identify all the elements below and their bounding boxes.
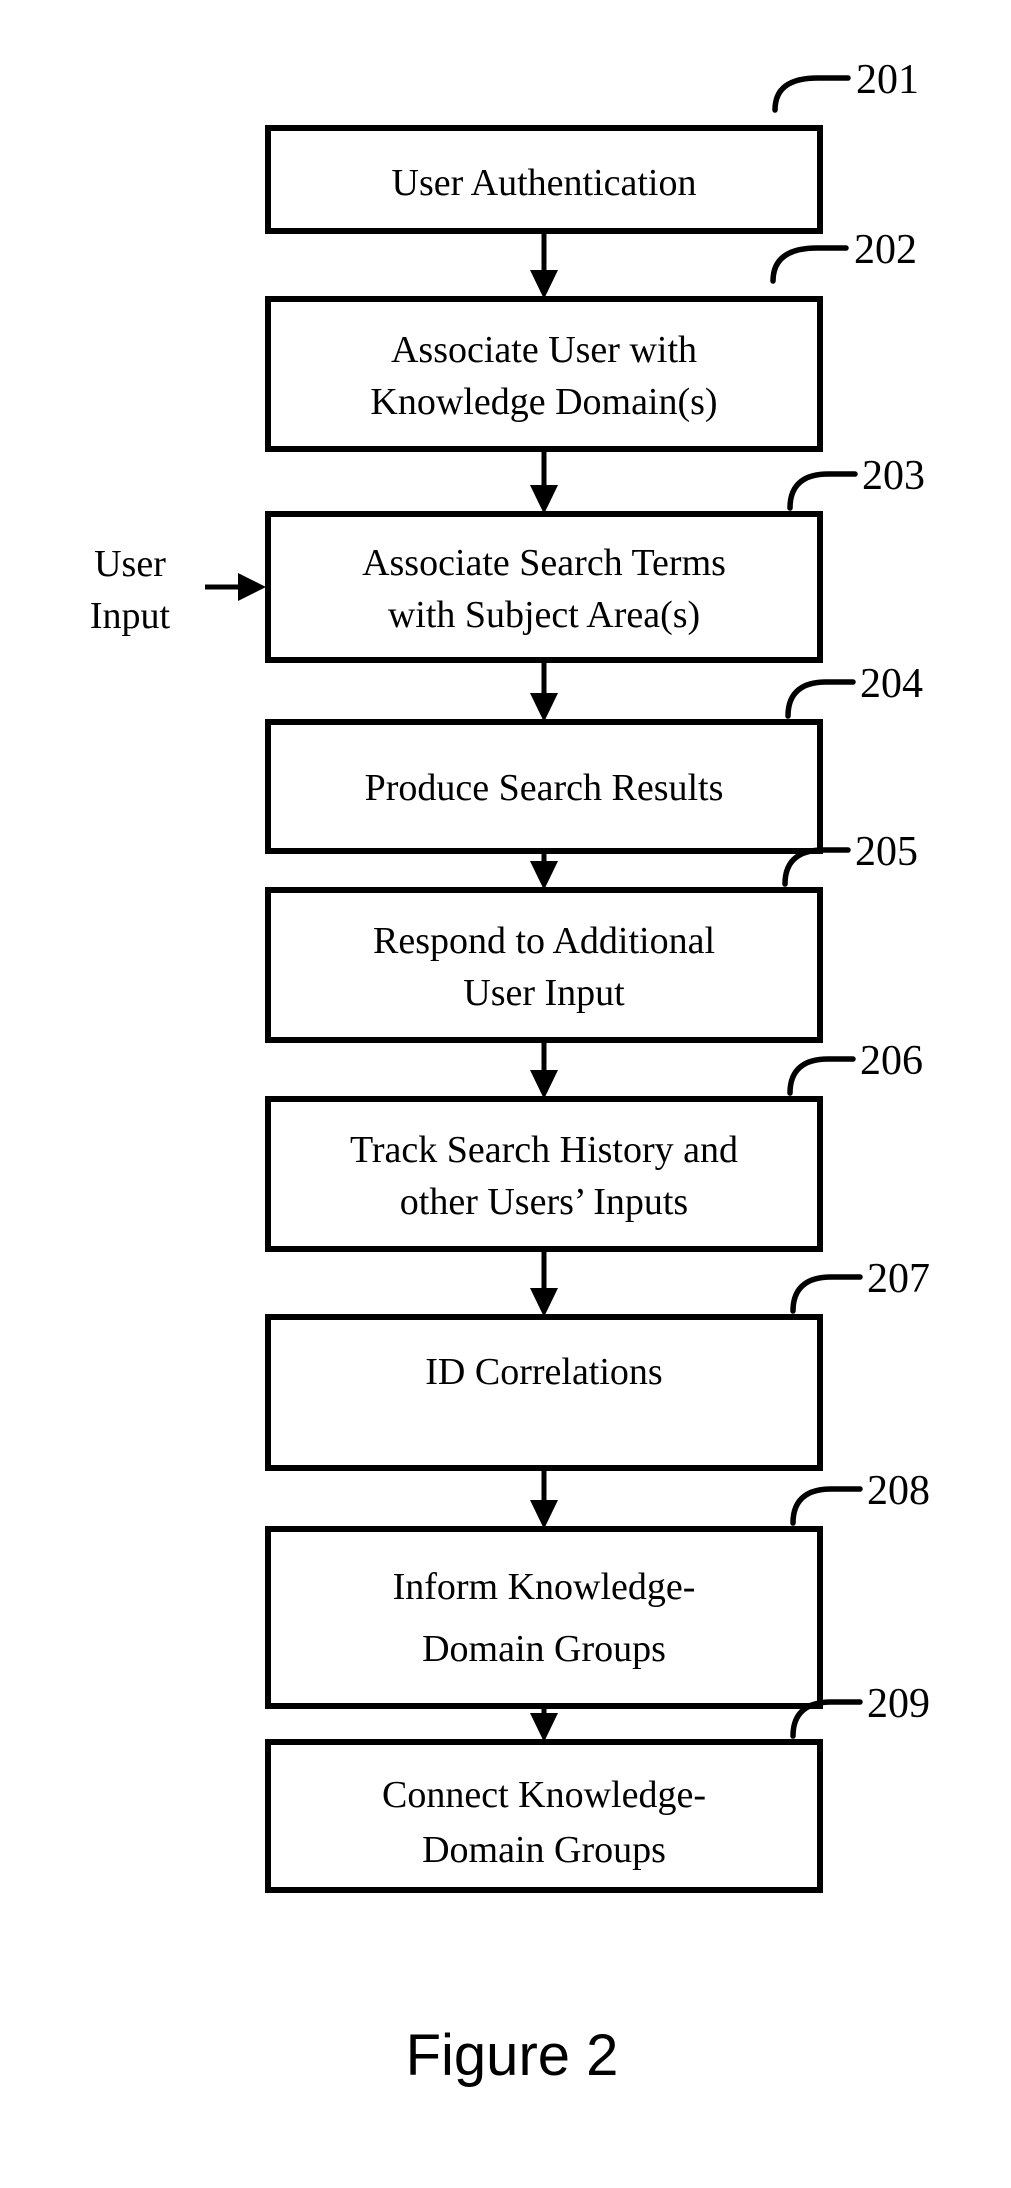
leader-line-202 [770, 245, 849, 284]
flow-node-208-rect [265, 1526, 823, 1709]
leader-204: 204 [785, 661, 923, 719]
flow-node-203-line1: Associate Search Terms [362, 542, 726, 584]
flow-node-202-rect [265, 296, 823, 452]
flow-node-207-line1: ID Correlations [425, 1351, 662, 1393]
arrowhead-207-208 [530, 1500, 558, 1529]
flow-node-209: Connect Knowledge- Domain Groups [265, 1739, 823, 1893]
leader-207: 207 [790, 1256, 930, 1314]
flow-node-208-line2: Domain Groups [422, 1628, 666, 1670]
connector-203-204 [530, 660, 558, 722]
ref-number-202: 202 [854, 227, 917, 273]
flow-node-206-line1: Track Search History and [350, 1129, 738, 1171]
leader-202: 202 [770, 227, 917, 284]
arrowhead-205-206 [530, 1070, 558, 1099]
leader-201: 201 [772, 57, 919, 113]
leader-line-203 [787, 471, 858, 511]
flowchart-canvas: User Authentication 201 Associate User w… [90, 57, 930, 2088]
flow-node-201-line1: User Authentication [392, 162, 697, 204]
ref-number-209: 209 [867, 1681, 930, 1727]
leader-line-207 [790, 1274, 863, 1314]
user-input-arrowhead [238, 573, 266, 601]
flow-node-203-rect [265, 511, 823, 663]
leader-line-209 [790, 1699, 863, 1739]
connector-208-209 [530, 1706, 558, 1742]
connector-204-205 [530, 851, 558, 890]
leader-line-208 [790, 1486, 863, 1526]
arrowhead-201-202 [530, 270, 558, 299]
ref-number-203: 203 [862, 453, 925, 499]
arrowhead-202-203 [530, 485, 558, 514]
flow-node-202-line2: Knowledge Domain(s) [370, 381, 717, 423]
external-input-user-input: User Input [90, 543, 266, 637]
flow-node-202: Associate User with Knowledge Domain(s) [265, 296, 823, 452]
flow-node-208: Inform Knowledge- Domain Groups [265, 1526, 823, 1709]
flow-node-206-line2: other Users’ Inputs [400, 1181, 688, 1223]
flow-node-205-line1: Respond to Additional [373, 920, 715, 962]
ref-number-205: 205 [855, 829, 918, 875]
leader-208: 208 [790, 1468, 930, 1526]
arrowhead-204-205 [530, 861, 558, 890]
connector-207-208 [530, 1468, 558, 1529]
flow-node-206: Track Search History and other Users’ In… [265, 1096, 823, 1252]
figure-caption: Figure 2 [406, 2023, 619, 2088]
flow-node-204-line1: Produce Search Results [365, 767, 724, 809]
connector-201-202 [530, 231, 558, 299]
leader-line-205 [782, 847, 851, 887]
leader-line-206 [787, 1056, 856, 1096]
flow-node-209-line1: Connect Knowledge- [382, 1774, 706, 1816]
flow-node-205-rect [265, 887, 823, 1043]
leader-line-201 [772, 75, 851, 113]
connector-202-203 [530, 449, 558, 514]
ref-number-206: 206 [860, 1038, 923, 1084]
flow-node-203-line2: with Subject Area(s) [388, 594, 700, 636]
leader-line-204 [785, 679, 856, 719]
user-input-label-line2: Input [90, 595, 171, 637]
flow-node-209-line2: Domain Groups [422, 1829, 666, 1871]
user-input-label-line1: User [94, 543, 166, 585]
ref-number-201: 201 [856, 57, 919, 103]
patent-figure-2: User Authentication 201 Associate User w… [0, 0, 1011, 2188]
arrowhead-208-209 [530, 1713, 558, 1742]
arrowhead-203-204 [530, 693, 558, 722]
flow-node-201: User Authentication [265, 125, 823, 234]
flow-node-208-line1: Inform Knowledge- [393, 1566, 696, 1608]
ref-number-204: 204 [860, 661, 923, 707]
leader-206: 206 [787, 1038, 923, 1096]
flow-node-205: Respond to Additional User Input [265, 887, 823, 1043]
flow-node-202-line1: Associate User with [391, 329, 697, 371]
ref-number-208: 208 [867, 1468, 930, 1514]
leader-203: 203 [787, 453, 925, 511]
connector-206-207 [530, 1249, 558, 1317]
ref-number-207: 207 [867, 1256, 930, 1302]
arrowhead-206-207 [530, 1288, 558, 1317]
flow-node-205-line2: User Input [463, 972, 625, 1014]
flow-node-206-rect [265, 1096, 823, 1252]
flow-node-207: ID Correlations [265, 1314, 823, 1471]
flow-node-203: Associate Search Terms with Subject Area… [265, 511, 823, 663]
flow-node-204: Produce Search Results [265, 719, 823, 854]
connector-205-206 [530, 1040, 558, 1099]
